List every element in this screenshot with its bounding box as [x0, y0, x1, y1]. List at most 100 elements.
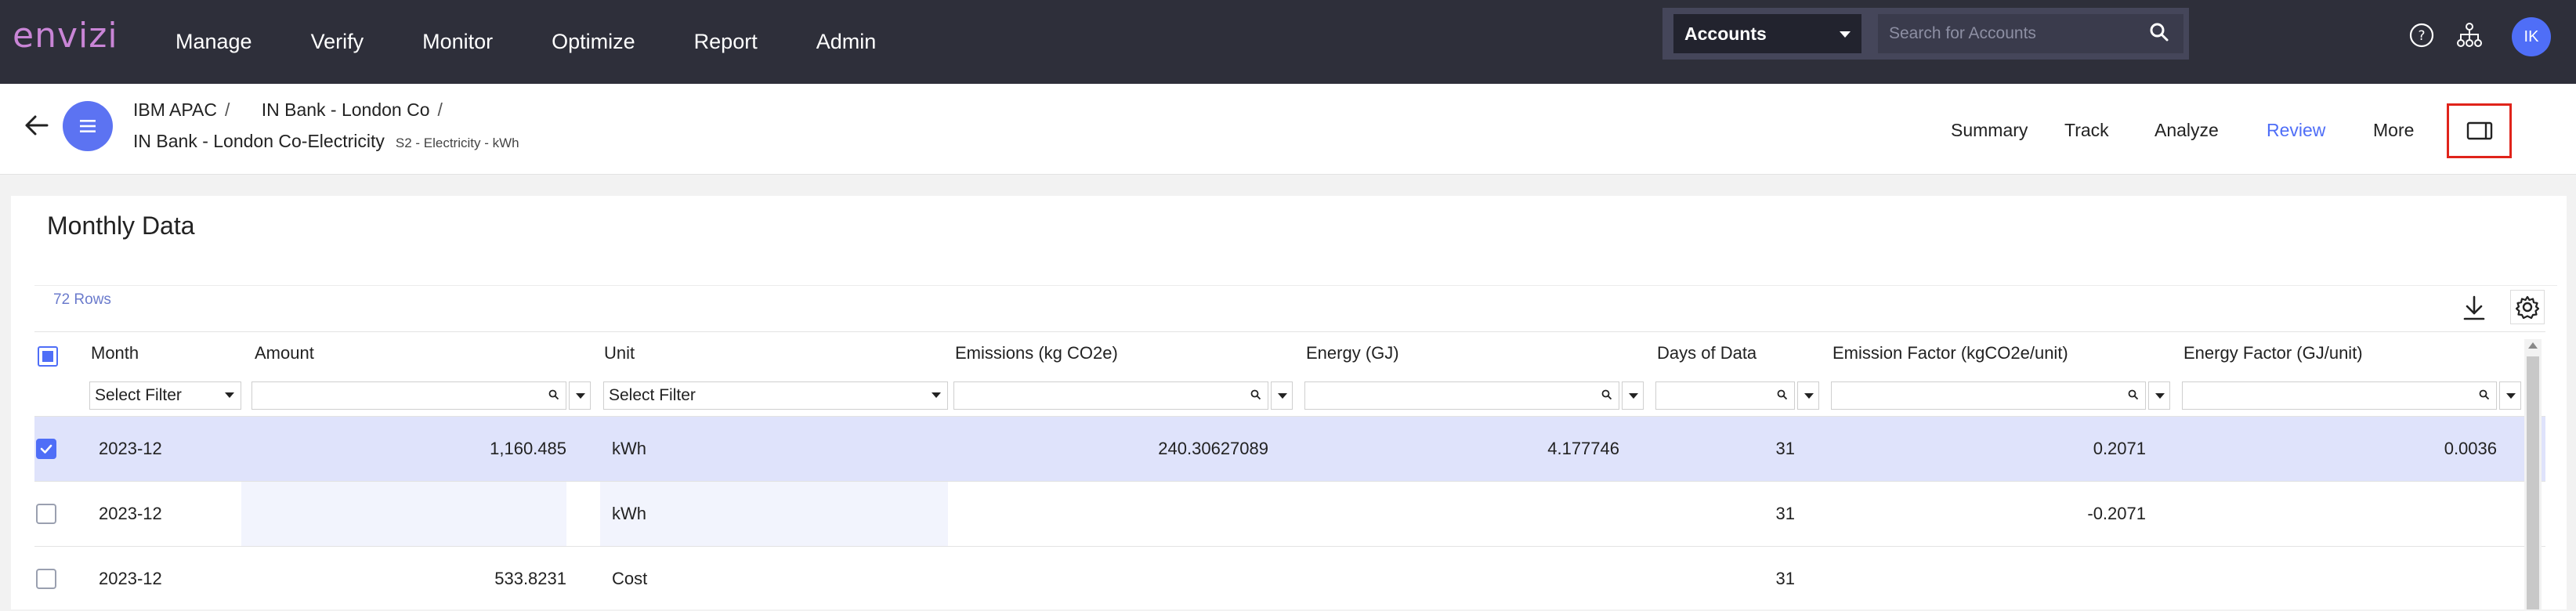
search-icon[interactable]	[2149, 22, 2169, 42]
search-input[interactable]	[1878, 14, 2183, 53]
energy-filter-dropdown[interactable]	[1622, 381, 1644, 410]
main-menu: Manage Verify Monitor Optimize Report Ad…	[175, 0, 935, 84]
col-days-of-data[interactable]: Days of Data	[1657, 343, 1757, 363]
scroll-up-icon[interactable]	[2528, 342, 2538, 349]
row-checkbox[interactable]	[36, 439, 56, 459]
global-search: Accounts	[1662, 8, 2189, 60]
breadcrumb-separator: /	[224, 99, 230, 120]
envizi-logo[interactable]: envizi	[13, 16, 118, 56]
chevron-down-icon	[1804, 393, 1814, 399]
tab-track[interactable]: Track	[2064, 120, 2109, 141]
search-icon	[2128, 389, 2139, 400]
settings-button[interactable]	[2510, 290, 2545, 324]
cell-emission-factor	[1831, 547, 2146, 611]
search-icon	[1250, 389, 1261, 400]
help-icon[interactable]: ?	[2408, 22, 2435, 49]
top-nav: envizi Manage Verify Monitor Optimize Re…	[0, 0, 2576, 84]
month-filter-select[interactable]: Select Filter	[89, 381, 241, 410]
chevron-down-icon	[1629, 393, 1638, 399]
col-energy[interactable]: Energy (GJ)	[1306, 343, 1399, 363]
emission-factor-filter-input[interactable]	[1831, 381, 2146, 410]
filter-row: Select Filter Select Filter	[34, 375, 2545, 416]
table-row[interactable]: 2023-12 533.8231 Cost 31	[34, 546, 2545, 611]
cell-amount[interactable]: 533.8231	[251, 547, 566, 611]
emissions-filter-input[interactable]	[953, 381, 1268, 410]
days-filter-input[interactable]	[1655, 381, 1795, 410]
cell-emission-factor: 0.2071	[2093, 439, 2146, 458]
unit-filter-select[interactable]: Select Filter	[603, 381, 948, 410]
emission-factor-filter-dropdown[interactable]	[2148, 381, 2170, 410]
table-row[interactable]: 2023-12 1,160.485 kWh 240.30627089 4.177…	[34, 416, 2545, 481]
scrollbar-thumb[interactable]	[2527, 356, 2539, 609]
page-title: IN Bank - London Co-Electricity	[133, 131, 385, 151]
tab-more[interactable]: More	[2373, 120, 2414, 141]
unit-filter-value: Select Filter	[609, 386, 696, 404]
cell-amount[interactable]: 1,160.485	[251, 417, 566, 481]
back-arrow-icon[interactable]	[24, 114, 49, 137]
select-all-checkbox[interactable]	[38, 346, 58, 367]
col-emissions[interactable]: Emissions (kg CO2e)	[955, 343, 1118, 363]
menu-manage[interactable]: Manage	[175, 30, 252, 54]
chevron-down-icon	[2155, 393, 2165, 399]
cell-amount[interactable]	[241, 482, 566, 546]
tab-review[interactable]: Review	[2267, 120, 2325, 141]
cell-days: 31	[1775, 569, 1795, 588]
cell-energy: 4.177746	[1547, 439, 1619, 458]
search-scope-select[interactable]: Accounts	[1673, 14, 1861, 53]
energy-factor-filter-dropdown[interactable]	[2499, 381, 2521, 410]
col-emission-factor[interactable]: Emission Factor (kgCO2e/unit)	[1833, 343, 2068, 363]
row-checkbox[interactable]	[36, 569, 56, 589]
menu-monitor[interactable]: Monitor	[422, 30, 493, 54]
tab-analyze[interactable]: Analyze	[2155, 120, 2219, 141]
cell-energy	[1304, 482, 1619, 546]
breadcrumb-separator: /	[437, 99, 443, 120]
menu-circle-button[interactable]	[63, 101, 113, 151]
col-amount[interactable]: Amount	[255, 343, 314, 363]
cell-emission-factor: -0.2071	[2087, 504, 2146, 523]
cell-month: 2023-12	[99, 569, 162, 588]
side-panel-button[interactable]	[2447, 103, 2512, 158]
menu-optimize[interactable]: Optimize	[552, 30, 635, 54]
breadcrumb-in-bank-london[interactable]: IN Bank - London Co	[262, 99, 430, 120]
tab-summary[interactable]: Summary	[1951, 120, 2028, 141]
chevron-down-icon	[1840, 31, 1851, 38]
col-energy-factor[interactable]: Energy Factor (GJ/unit)	[2183, 343, 2363, 363]
amount-filter-dropdown[interactable]	[569, 381, 591, 410]
page-subtitle: S2 - Electricity - kWh	[395, 136, 519, 150]
col-unit[interactable]: Unit	[604, 343, 635, 363]
avatar[interactable]: IK	[2512, 17, 2551, 56]
hamburger-icon	[80, 120, 96, 132]
download-icon[interactable]	[2462, 295, 2487, 323]
cell-unit[interactable]: Cost	[612, 547, 647, 611]
monthly-data-card: Monthly Data 72 Rows Month Amount Unit E…	[11, 196, 2567, 609]
breadcrumb-ibm-apac[interactable]: IBM APAC	[133, 99, 217, 120]
card-title: Monthly Data	[47, 212, 195, 240]
amount-filter-input[interactable]	[251, 381, 566, 410]
energy-filter-input[interactable]	[1304, 381, 1619, 410]
page-title-row: IN Bank - London Co-Electricity S2 - Elec…	[133, 131, 519, 152]
emissions-filter-dropdown[interactable]	[1271, 381, 1293, 410]
checkmark-icon	[40, 444, 52, 454]
gear-icon	[2516, 295, 2539, 319]
cell-emissions: 240.30627089	[1158, 439, 1268, 458]
table-row[interactable]: 2023-12 kWh 31 -0.2071	[34, 481, 2545, 546]
cell-unit[interactable]: kWh	[612, 417, 646, 481]
row-checkbox[interactable]	[36, 504, 56, 524]
chevron-down-icon	[2506, 393, 2516, 399]
hierarchy-icon[interactable]	[2456, 22, 2483, 49]
cell-unit[interactable]: kWh	[600, 482, 948, 546]
days-filter-dropdown[interactable]	[1797, 381, 1819, 410]
energy-factor-filter-input[interactable]	[2182, 381, 2497, 410]
cell-month: 2023-12	[99, 439, 162, 458]
divider	[34, 285, 2557, 286]
cell-emissions	[953, 482, 1268, 546]
cell-energy	[1304, 547, 1619, 611]
breadcrumb: IBM APAC / IN Bank - London Co /	[133, 99, 454, 121]
menu-report[interactable]: Report	[694, 30, 758, 54]
vertical-scrollbar[interactable]	[2524, 339, 2542, 609]
page-header: IBM APAC / IN Bank - London Co / IN Bank -…	[0, 84, 2576, 175]
chevron-down-icon	[225, 392, 234, 398]
menu-verify[interactable]: Verify	[311, 30, 364, 54]
col-month[interactable]: Month	[91, 343, 139, 363]
menu-admin[interactable]: Admin	[816, 30, 877, 54]
